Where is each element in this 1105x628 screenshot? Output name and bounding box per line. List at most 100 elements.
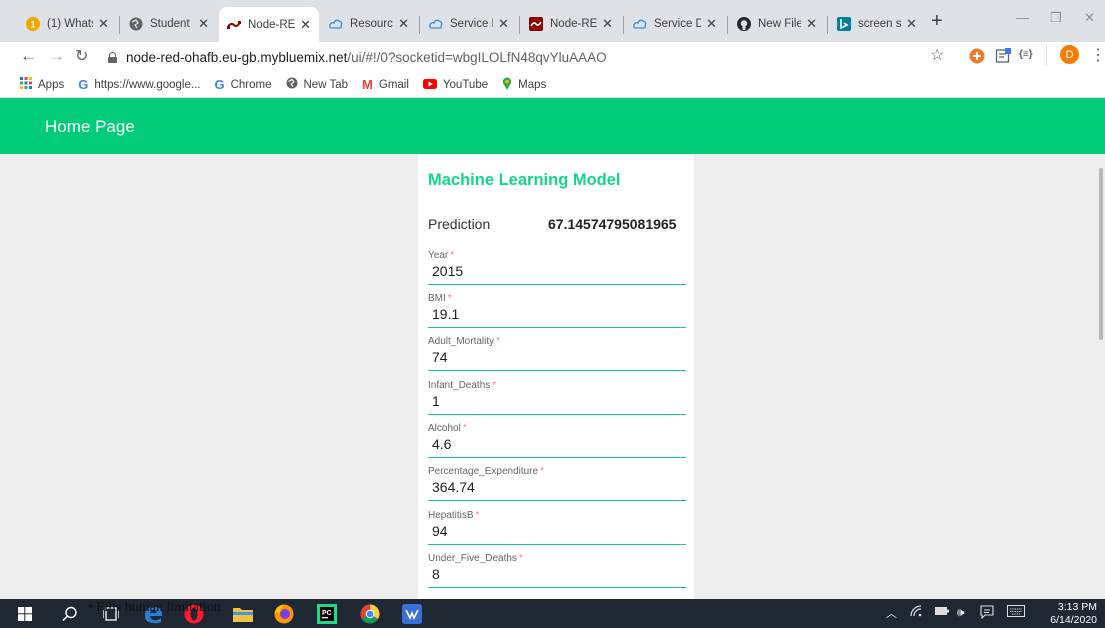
field-label: Percentage_Expenditure * <box>428 466 544 477</box>
field-underline <box>428 327 686 328</box>
tab-node-red-2[interactable]: Node-RED ✕ <box>521 9 621 39</box>
close-tab-icon[interactable]: ✕ <box>602 16 613 32</box>
under-five-deaths-field[interactable]: Under_Five_Deaths * 8 <box>428 553 686 595</box>
windows-start-icon[interactable] <box>18 604 32 623</box>
field-value[interactable]: 19.1 <box>432 306 459 322</box>
clock-time: 3:13 PM <box>1057 601 1097 613</box>
bleed-through-text: • Fills human limitation <box>88 600 221 615</box>
back-arrow-icon[interactable]: ← <box>20 46 37 66</box>
field-value[interactable]: 8 <box>432 566 440 582</box>
tab-service-1[interactable]: Service D ✕ <box>421 9 517 39</box>
tab-service-2[interactable]: Service D ✕ <box>625 9 725 39</box>
json-extension-icon[interactable]: {≡} <box>1019 49 1033 60</box>
tab-student[interactable]: Student D ✕ <box>121 9 217 39</box>
app-icon[interactable] <box>402 603 422 624</box>
bookmark-apps[interactable]: Apps <box>20 77 64 92</box>
field-label: HepatitisB * <box>428 510 480 521</box>
field-value[interactable]: 364.74 <box>432 479 475 495</box>
firefox-icon[interactable] <box>274 604 294 623</box>
tab-new-file[interactable]: New File ✕ <box>729 9 825 39</box>
tab-title: (1) Whats <box>47 18 94 30</box>
svg-text:PC: PC <box>322 610 332 617</box>
card-title: Machine Learning Model <box>428 171 621 189</box>
close-tab-icon[interactable]: ✕ <box>198 16 209 32</box>
field-underline <box>428 457 686 458</box>
toolbar-divider <box>1046 45 1047 65</box>
field-value[interactable]: 74 <box>432 349 448 365</box>
hepatitis-b-field[interactable]: HepatitisB * 94 <box>428 510 686 552</box>
bookmark-gmail[interactable]: M Gmail <box>362 77 409 92</box>
new-tab-icon[interactable]: + <box>931 10 943 33</box>
tray-chevron-icon[interactable]: ︿ <box>886 605 897 621</box>
minimize-icon[interactable]: — <box>1016 10 1029 25</box>
field-value[interactable]: 1 <box>432 393 440 409</box>
tab-title: Resource <box>350 18 393 30</box>
system-clock[interactable]: 3:13 PM 6/14/2020 <box>1050 601 1097 627</box>
chrome-icon[interactable] <box>360 604 380 623</box>
tab-screen-shot[interactable]: screen sh ✕ <box>829 9 925 39</box>
app-header: Home Page <box>0 98 1105 154</box>
volume-icon[interactable]: 🕪 <box>957 605 965 620</box>
field-value[interactable]: 4.6 <box>432 436 451 452</box>
prediction-value: 67.14574795081965 <box>548 216 677 232</box>
keyboard-icon[interactable] <box>1007 605 1025 620</box>
forward-arrow-icon[interactable]: → <box>48 46 65 66</box>
cloud-icon <box>429 17 443 31</box>
address-bar[interactable]: node-red-ohafb.eu-gb.mybluemix.net/ui/#!… <box>108 45 958 69</box>
profile-avatar[interactable]: D <box>1060 45 1079 64</box>
extension-page-icon[interactable] <box>995 48 1011 69</box>
infant-deaths-field[interactable]: Infant_Deaths * 1 <box>428 380 686 422</box>
page-title: Home Page <box>45 117 135 136</box>
extension-plus-icon[interactable] <box>969 48 985 69</box>
apps-grid-icon <box>20 77 32 92</box>
notification-icon[interactable] <box>980 605 994 622</box>
youtube-icon <box>422 77 437 92</box>
bookmark-new-tab[interactable]: New Tab <box>286 77 348 92</box>
adult-mortality-field[interactable]: Adult_Mortality * 74 <box>428 336 686 378</box>
wifi-icon[interactable] <box>910 605 924 620</box>
tab-node-red-active[interactable]: Node-RED ✕ <box>219 7 319 42</box>
close-tab-icon[interactable]: ✕ <box>806 16 817 32</box>
field-label: Infant_Deaths * <box>428 380 497 391</box>
close-tab-icon[interactable]: ✕ <box>706 16 717 32</box>
field-label: BMI * <box>428 293 452 304</box>
close-window-icon[interactable]: ✕ <box>1084 10 1095 26</box>
required-marker: * <box>496 336 501 347</box>
required-marker: * <box>540 466 544 477</box>
tab-whatsapp[interactable]: 1 (1) Whats ✕ <box>18 9 117 39</box>
alcohol-field[interactable]: Alcohol * 4.6 <box>428 423 686 465</box>
tab-separator <box>119 16 120 34</box>
tab-resource[interactable]: Resource ✕ <box>321 9 417 39</box>
restore-icon[interactable]: ❐ <box>1050 10 1062 26</box>
field-value[interactable]: 2015 <box>432 263 463 279</box>
tab-title: Service D <box>450 18 493 30</box>
pycharm-icon[interactable]: PC <box>317 603 337 624</box>
file-explorer-icon[interactable] <box>232 604 254 623</box>
close-tab-icon[interactable]: ✕ <box>906 16 917 32</box>
page-scrollbar[interactable] <box>1099 168 1103 340</box>
required-marker: * <box>450 250 455 261</box>
close-tab-icon[interactable]: ✕ <box>300 17 311 33</box>
search-icon[interactable] <box>62 604 78 623</box>
bookmark-maps[interactable]: Maps <box>502 77 546 93</box>
close-tab-icon[interactable]: ✕ <box>398 16 409 32</box>
bookmark-google[interactable]: G https://www.google... <box>78 77 200 92</box>
browser-menu-icon[interactable]: ⋮ <box>1090 45 1105 65</box>
field-value[interactable]: 94 <box>432 523 448 539</box>
ml-model-card: Machine Learning Model Prediction 67.145… <box>418 154 694 599</box>
close-tab-icon[interactable]: ✕ <box>498 16 509 32</box>
bmi-field[interactable]: BMI * 19.1 <box>428 293 686 335</box>
field-underline <box>428 370 686 371</box>
bookmark-label: Chrome <box>230 78 272 91</box>
year-field[interactable]: Year * 2015 <box>428 250 686 292</box>
battery-icon[interactable] <box>935 605 949 619</box>
bookmark-star-icon[interactable]: ☆ <box>930 45 944 65</box>
percentage-expenditure-field[interactable]: Percentage_Expenditure * 364.74 <box>428 466 686 508</box>
close-tab-icon[interactable]: ✕ <box>98 16 109 32</box>
bookmark-chrome[interactable]: G Chrome <box>214 77 271 92</box>
reload-icon[interactable]: ↻ <box>75 46 88 66</box>
field-label: Alcohol * <box>428 423 467 434</box>
field-underline <box>428 544 686 545</box>
bookmark-youtube[interactable]: YouTube <box>422 77 488 92</box>
cloud-icon <box>633 17 647 31</box>
